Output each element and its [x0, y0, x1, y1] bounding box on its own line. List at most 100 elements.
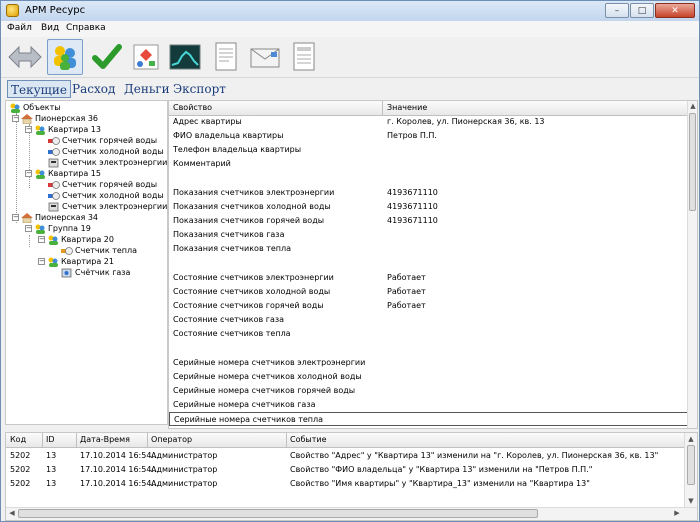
- log-row[interactable]: 5202 13 17.10.2014 16:54... Администратор Св…: [6, 449, 686, 463]
- minimize-button[interactable]: –: [605, 3, 629, 18]
- scroll-up-icon[interactable]: ▲: [688, 101, 697, 111]
- collapse-icon[interactable]: −: [38, 258, 45, 265]
- app-window: АРМ Ресурс – □ ✕ Файл Вид Справка Текущи…: [0, 0, 700, 522]
- scroll-thumb[interactable]: [687, 445, 695, 485]
- property-row[interactable]: Состояние счетчиков горячей воды Работает: [169, 299, 689, 313]
- tree-label: Счетчик горячей воды: [62, 180, 158, 189]
- property-row[interactable]: Адрес квартиры г. Королев, ул. Пионерская…: [169, 115, 689, 129]
- property-row[interactable]: Показания счетчиков тепла: [169, 242, 689, 256]
- scroll-thumb[interactable]: [18, 509, 538, 518]
- column-header-property[interactable]: Свойство: [173, 103, 212, 112]
- tab-consumption[interactable]: Расход: [69, 80, 118, 98]
- property-row[interactable]: Показания счетчиков газа: [169, 228, 689, 242]
- log-vertical-scrollbar[interactable]: ▲ ▼: [684, 433, 697, 508]
- property-row[interactable]: Серийные номера счетчиков электроэнергии: [169, 356, 689, 370]
- menu-view[interactable]: Вид: [41, 23, 59, 33]
- property-row[interactable]: Серийные номера счетчиков газа: [169, 398, 689, 412]
- property-row[interactable]: [169, 341, 689, 355]
- document-button[interactable]: [208, 39, 244, 75]
- property-row[interactable]: Состояние счетчиков тепла: [169, 327, 689, 341]
- property-row[interactable]: Серийные номера счетчиков холодной воды: [169, 370, 689, 384]
- log-cell: Свойство "Имя квартиры" у "Квартира_13" …: [290, 479, 590, 488]
- column-header-event[interactable]: Событие: [290, 435, 327, 444]
- letter-button[interactable]: [247, 39, 283, 75]
- property-row[interactable]: Показания счетчиков горячей воды 41936711…: [169, 214, 689, 228]
- apartment-icon: [47, 235, 59, 245]
- tree-node-meter[interactable]: Счетчик холодной воды: [48, 190, 164, 201]
- tab-export[interactable]: Экспорт: [170, 80, 229, 98]
- column-header-datetime[interactable]: Дата-Время: [80, 435, 130, 444]
- tree-node-meter[interactable]: Счетчик электроэнергии: [48, 201, 167, 212]
- collapse-icon[interactable]: −: [25, 126, 32, 133]
- tree-label: Квартира 21: [61, 257, 114, 266]
- apartment-icon: [47, 257, 59, 267]
- tree-node-meter[interactable]: Счетчик тепла: [61, 245, 137, 256]
- collapse-icon[interactable]: −: [38, 236, 45, 243]
- report-button[interactable]: [286, 39, 322, 75]
- property-row[interactable]: Телефон владельца квартиры: [169, 143, 689, 157]
- tree-node-meter[interactable]: Счётчик газа: [61, 267, 130, 278]
- collapse-icon[interactable]: −: [12, 115, 19, 122]
- scroll-up-icon[interactable]: ▲: [686, 434, 696, 444]
- property-row[interactable]: Состояние счетчиков холодной воды Работае…: [169, 285, 689, 299]
- close-button[interactable]: ✕: [655, 3, 695, 18]
- tab-money[interactable]: Деньги: [121, 80, 173, 98]
- collapse-icon[interactable]: −: [25, 225, 32, 232]
- menu-file[interactable]: Файл: [7, 23, 32, 33]
- objects-button[interactable]: [47, 39, 83, 75]
- tree-node-building[interactable]: − Пионерская 34: [12, 212, 98, 223]
- property-row[interactable]: Показания счетчиков холодной воды 4193671…: [169, 200, 689, 214]
- menu-bar: Файл Вид Справка: [1, 21, 699, 37]
- property-row[interactable]: Комментарий: [169, 157, 689, 171]
- maximize-button[interactable]: □: [630, 3, 654, 18]
- letter-icon: [250, 48, 280, 68]
- property-name: Состояние счетчиков горячей воды: [173, 301, 324, 310]
- log-row[interactable]: 5202 13 17.10.2014 16:54... Администратор Св…: [6, 477, 686, 491]
- property-row[interactable]: [169, 256, 689, 270]
- column-header-id[interactable]: ID: [46, 435, 55, 444]
- property-value: Работает: [387, 273, 426, 282]
- tree-node-meter[interactable]: Счетчик горячей воды: [48, 179, 157, 190]
- property-row[interactable]: [169, 171, 689, 185]
- log-horizontal-scrollbar[interactable]: ◀ ▶: [6, 507, 697, 520]
- diagram-button[interactable]: [128, 39, 164, 75]
- hot-water-meter-icon: [48, 136, 60, 146]
- tab-current[interactable]: Текущие: [7, 80, 71, 98]
- tree-node-building[interactable]: − Пионерская 36: [12, 113, 98, 124]
- property-row[interactable]: ФИО владельца квартиры Петров П.П.: [169, 129, 689, 143]
- navigate-button[interactable]: [7, 39, 43, 75]
- tree-node-meter[interactable]: Счетчик горячей воды: [48, 135, 157, 146]
- check-button[interactable]: [89, 39, 125, 75]
- log-row[interactable]: 5202 13 17.10.2014 16:54... Администратор Св…: [6, 463, 686, 477]
- property-name: Комментарий: [173, 159, 231, 168]
- property-row[interactable]: Состояние счетчиков электроэнергии Работа…: [169, 271, 689, 285]
- column-header-operator[interactable]: Оператор: [151, 435, 192, 444]
- property-row-selected[interactable]: Серийные номера счетчиков тепла: [169, 412, 694, 426]
- column-header-value[interactable]: Значение: [387, 103, 427, 112]
- tree-node-apartment[interactable]: − Квартира 13: [25, 124, 101, 135]
- checkmark-icon: [92, 44, 122, 69]
- menu-help[interactable]: Справка: [66, 23, 106, 33]
- tree-root[interactable]: Объекты: [9, 102, 61, 113]
- log-header: Код ID Дата-Время Оператор Событие: [6, 433, 686, 448]
- column-header-code[interactable]: Код: [10, 435, 26, 444]
- property-row[interactable]: Показания счетчиков электроэнергии 419367…: [169, 186, 689, 200]
- collapse-icon[interactable]: −: [25, 170, 32, 177]
- tree-node-meter[interactable]: Счетчик холодной воды: [48, 146, 164, 157]
- scroll-thumb[interactable]: [689, 113, 696, 211]
- scroll-right-icon[interactable]: ▶: [672, 508, 682, 518]
- toolbar: [1, 37, 699, 78]
- log-cell: Администратор: [151, 479, 218, 488]
- property-row[interactable]: Состояние счетчиков газа: [169, 313, 689, 327]
- tree-node-group[interactable]: − Группа 19: [25, 223, 91, 234]
- chart-button[interactable]: [167, 39, 203, 75]
- collapse-icon[interactable]: −: [12, 214, 19, 221]
- tree-node-apartment[interactable]: − Квартира 21: [38, 256, 114, 267]
- tree-node-apartment[interactable]: − Квартира 15: [25, 168, 101, 179]
- tree-node-meter[interactable]: Счетчик электроэнергии: [48, 157, 167, 168]
- scroll-down-icon[interactable]: ▼: [686, 496, 696, 506]
- scroll-left-icon[interactable]: ◀: [7, 508, 17, 518]
- properties-scrollbar[interactable]: ▲: [687, 101, 697, 428]
- property-row[interactable]: Серийные номера счетчиков горячей воды: [169, 384, 689, 398]
- tree-node-apartment[interactable]: − Квартира 20: [38, 234, 114, 245]
